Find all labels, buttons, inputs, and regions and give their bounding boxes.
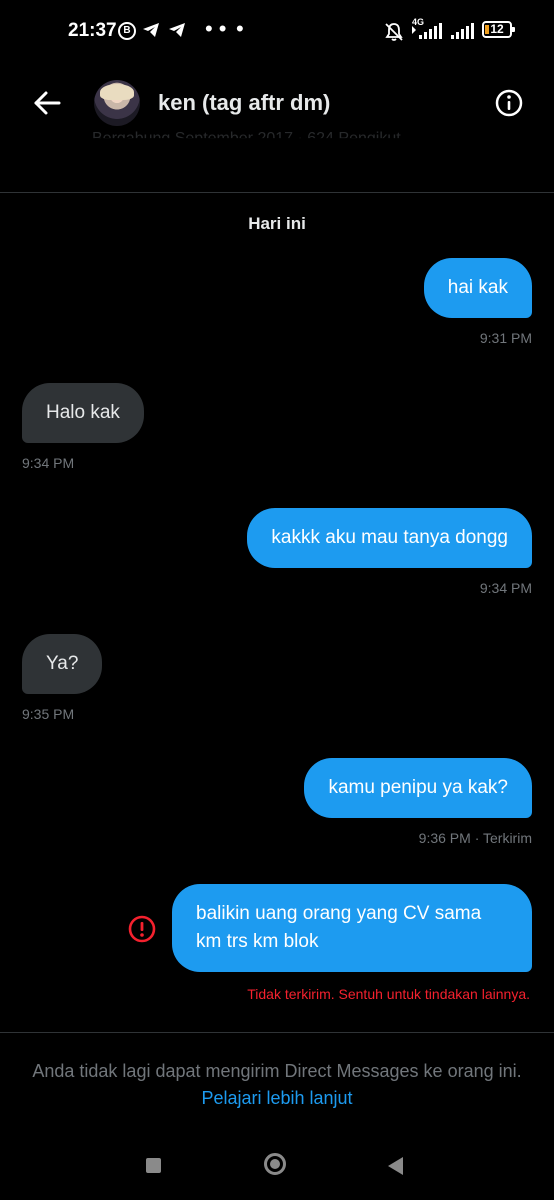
message-timestamp: 9:31 PM bbox=[479, 330, 532, 346]
learn-more-link[interactable]: Pelajari lebih lanjut bbox=[201, 1088, 352, 1108]
status-bar: 21:37 B •• • 4G 12 bbox=[0, 0, 554, 64]
message-bubble-failed[interactable]: balikin uang orang yang CV sama km trs k… bbox=[172, 884, 532, 972]
battery-icon: 12 bbox=[482, 21, 515, 38]
message-timestamp: 9:34 PM bbox=[479, 580, 532, 596]
message-bubble-outgoing[interactable]: kakkk aku mau tanya dongg bbox=[247, 508, 532, 568]
more-notifications-icon: •• bbox=[205, 16, 233, 41]
dm-screen: 21:37 B •• • 4G 12 ken (tag aftr dm) Ber… bbox=[0, 0, 554, 1200]
conversation-title[interactable]: ken (tag aftr dm) bbox=[158, 90, 330, 116]
conversation-header: ken (tag aftr dm) Bergabung September 20… bbox=[0, 64, 554, 193]
avatar[interactable] bbox=[94, 80, 140, 126]
dm-disabled-text: Anda tidak lagi dapat mengirim Direct Me… bbox=[32, 1061, 522, 1081]
dot-icon: • bbox=[236, 16, 250, 41]
footer-divider bbox=[0, 1032, 554, 1033]
telegram-icon bbox=[169, 23, 185, 37]
info-circle-icon[interactable] bbox=[494, 88, 524, 118]
battery-level: 12 bbox=[490, 22, 504, 36]
telegram-icon bbox=[143, 23, 159, 37]
message-timestamp: 9:34 PM bbox=[22, 455, 75, 471]
dm-disabled-notice: Anda tidak lagi dapat mengirim Direct Me… bbox=[30, 1058, 524, 1112]
message-bubble-incoming[interactable]: Halo kak bbox=[22, 383, 144, 443]
home-button[interactable] bbox=[264, 1153, 286, 1175]
send-failed-notice[interactable]: Tidak terkirim. Sentuh untuk tindakan la… bbox=[247, 986, 530, 1002]
recent-apps-button[interactable] bbox=[146, 1158, 161, 1173]
message-timestamp: 9:36 PM · Terkirim bbox=[418, 830, 532, 846]
message-timestamp: 9:35 PM bbox=[22, 706, 75, 722]
signal-icon bbox=[451, 23, 474, 39]
message-bubble-incoming[interactable]: Ya? bbox=[22, 634, 103, 694]
b-notification-icon: B bbox=[118, 22, 136, 40]
back-button[interactable] bbox=[388, 1157, 403, 1175]
profile-subtitle-faded: Bergabung September 2017 · 624 Pengikut bbox=[92, 130, 401, 147]
date-divider: Hari ini bbox=[248, 214, 306, 233]
arrow-left-icon[interactable] bbox=[30, 86, 64, 120]
status-time: 21:37 bbox=[68, 20, 117, 41]
bell-off-icon bbox=[385, 23, 403, 41]
signal-icon bbox=[412, 23, 442, 39]
error-icon[interactable] bbox=[127, 914, 157, 944]
message-bubble-outgoing[interactable]: kamu penipu ya kak? bbox=[304, 758, 532, 818]
message-bubble-outgoing[interactable]: hai kak bbox=[423, 258, 532, 318]
